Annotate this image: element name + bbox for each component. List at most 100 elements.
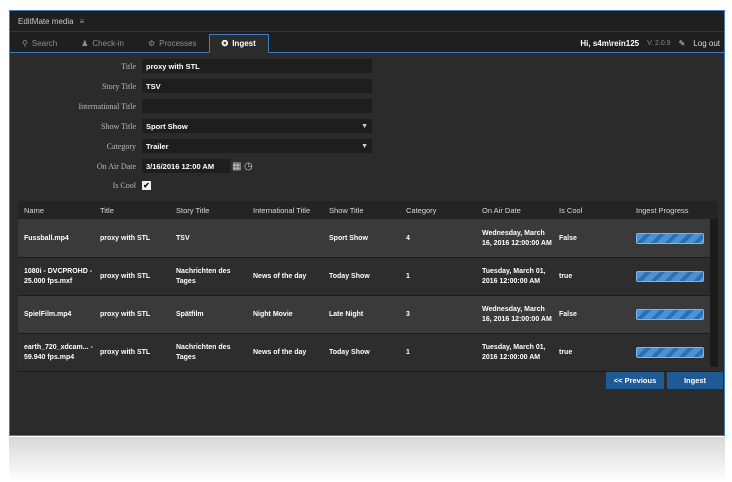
story-title-label: Story Title: [101, 81, 136, 91]
international-title-field[interactable]: [142, 99, 372, 113]
show-title-select[interactable]: Sport Show ▼: [142, 119, 372, 133]
cell-category: 1: [406, 348, 410, 356]
column-header[interactable]: Story Title: [170, 206, 247, 215]
grid-scrollbar[interactable]: [710, 219, 718, 367]
clock-icon[interactable]: ◷: [244, 161, 253, 172]
chevron-down-icon[interactable]: ▼: [361, 143, 368, 150]
wrench-icon[interactable]: ✎: [679, 39, 686, 48]
app-title: EditMate media: [18, 16, 74, 26]
cell-ingest-progress: [630, 347, 710, 358]
tab-search[interactable]: ⚲ Search: [10, 34, 69, 52]
international-title-label: International Title: [78, 101, 136, 111]
tab-check-in[interactable]: ♟ Check-in: [69, 34, 136, 52]
category-value: Trailer: [146, 141, 169, 151]
is-cool-label: Is Cool: [112, 180, 136, 190]
table-row[interactable]: 1080i - DVCPROHD - 25.000 fps.mxf proxy …: [18, 258, 718, 296]
category-label: Category: [106, 141, 136, 151]
column-header[interactable]: Show Title: [323, 206, 400, 215]
cell-ingest-progress: [630, 271, 710, 282]
progress-bar: [636, 309, 704, 320]
app-window: EditMate media ≡ ⚲ Search ♟ Check-in ⚙ P…: [9, 10, 725, 436]
column-header[interactable]: Title: [94, 206, 170, 215]
cell-story-title: TSV: [176, 234, 190, 242]
cell-title: proxy with STL: [100, 348, 151, 356]
cell-story-title: Nachrichten des Tages: [176, 267, 231, 285]
cell-international-title: News of the day: [253, 348, 307, 356]
cell-title: proxy with STL: [100, 310, 151, 318]
table-row[interactable]: earth_720_xdcam... - 59.940 fps.mp4 prox…: [18, 334, 718, 372]
story-title-field[interactable]: TSV: [142, 79, 372, 93]
tab-label: Search: [31, 38, 58, 48]
cell-ingest-progress: [630, 309, 710, 320]
cell-name: Fussball.mp4: [24, 234, 69, 242]
column-header[interactable]: Category: [400, 206, 476, 215]
ingest-grid: Name Title Story Title International Tit…: [18, 201, 718, 372]
calendar-icon[interactable]: ▦: [232, 161, 241, 172]
progress-bar: [636, 347, 704, 358]
progress-bar: [636, 271, 704, 282]
column-header[interactable]: International Title: [247, 206, 323, 215]
tab-label: Ingest: [232, 39, 256, 48]
cell-category: 4: [406, 234, 410, 242]
user-icon: ♟: [81, 38, 89, 48]
progress-bar: [636, 233, 704, 244]
cell-category: 1: [406, 272, 410, 280]
chevron-down-icon[interactable]: ▼: [361, 123, 368, 130]
cell-category: 3: [406, 310, 410, 318]
is-cool-checkbox[interactable]: ✔: [142, 180, 151, 190]
ingest-button[interactable]: Ingest: [667, 372, 723, 389]
show-title-value: Sport Show: [146, 121, 188, 131]
cell-ingest-progress: [630, 233, 710, 244]
gears-icon: ⚙: [147, 38, 156, 48]
form-row-cool: Is Cool ✔: [10, 177, 724, 193]
tab-bar: ⚲ Search ♟ Check-in ⚙ Processes ✪ Ingest…: [10, 32, 724, 53]
on-air-date-field[interactable]: 3/16/2016 12:00 AM: [142, 159, 230, 173]
column-header[interactable]: Is Cool: [553, 206, 630, 215]
user-greeting: Hi, s4m\rein125: [580, 38, 640, 48]
logout-link[interactable]: Log out: [693, 39, 720, 48]
tab-processes[interactable]: ⚙ Processes: [136, 34, 209, 52]
column-header[interactable]: Name: [18, 206, 94, 215]
cell-name: 1080i - DVCPROHD - 25.000 fps.mxf: [24, 267, 93, 285]
menu-icon[interactable]: ≡: [80, 17, 85, 26]
cell-show-title: Today Show: [329, 272, 370, 280]
cell-title: proxy with STL: [100, 234, 151, 242]
cell-international-title: News of the day: [253, 272, 307, 280]
cell-on-air-date: Wednesday, March 16, 2016 12:00:00 AM: [482, 229, 552, 247]
title-label: Title: [121, 61, 136, 71]
cell-is-cool: False: [559, 234, 577, 242]
cell-show-title: Sport Show: [329, 234, 368, 242]
cell-on-air-date: Tuesday, March 01, 2016 12:00:00 AM: [482, 343, 546, 361]
cell-is-cool: true: [559, 272, 573, 280]
table-row[interactable]: Fussball.mp4 proxy with STL TSV Sport Sh…: [18, 220, 718, 258]
cell-on-air-date: Tuesday, March 01, 2016 12:00:00 AM: [482, 267, 546, 285]
tab-ingest[interactable]: ✪ Ingest: [208, 34, 269, 53]
cell-show-title: Late Night: [329, 310, 364, 318]
cell-title: proxy with STL: [100, 272, 151, 280]
user-area: Hi, s4m\rein125 V. 2.0.9 ✎ Log out: [580, 34, 720, 52]
form-row-story: Story Title TSV: [10, 78, 724, 94]
show-title-label: Show Title: [101, 121, 136, 131]
form-row-intl: International Title: [10, 98, 724, 114]
cell-name: earth_720_xdcam... - 59.940 fps.mp4: [24, 343, 93, 361]
form-row-show: Show Title Sport Show ▼: [10, 118, 724, 134]
category-select[interactable]: Trailer ▼: [142, 139, 372, 153]
tab-label: Processes: [159, 38, 197, 48]
column-header[interactable]: On Air Date: [476, 206, 553, 215]
cell-name: SpielFilm.mp4: [24, 310, 72, 318]
cell-on-air-date: Wednesday, March 16, 2016 12:00:00 AM: [482, 305, 552, 323]
form-row-date: On Air Date 3/16/2016 12:00 AM ▦ ◷: [10, 158, 724, 174]
previous-button[interactable]: << Previous: [606, 372, 664, 389]
version-label: V. 2.0.9: [647, 39, 671, 47]
column-header[interactable]: Ingest Progress: [630, 206, 710, 215]
title-field[interactable]: proxy with STL: [142, 59, 372, 73]
cell-international-title: Night Movie: [253, 310, 293, 318]
cell-is-cool: False: [559, 310, 577, 318]
on-air-date-label: On Air Date: [96, 161, 136, 171]
tab-label: Check-in: [92, 38, 124, 48]
cell-story-title: Nachrichten des Tages: [176, 343, 231, 361]
form-row-title: Title proxy with STL: [10, 58, 724, 74]
window-reflection: [9, 437, 725, 482]
table-row[interactable]: SpielFilm.mp4 proxy with STL Spätfilm Ni…: [18, 296, 718, 334]
gear-icon: ✪: [221, 39, 229, 48]
